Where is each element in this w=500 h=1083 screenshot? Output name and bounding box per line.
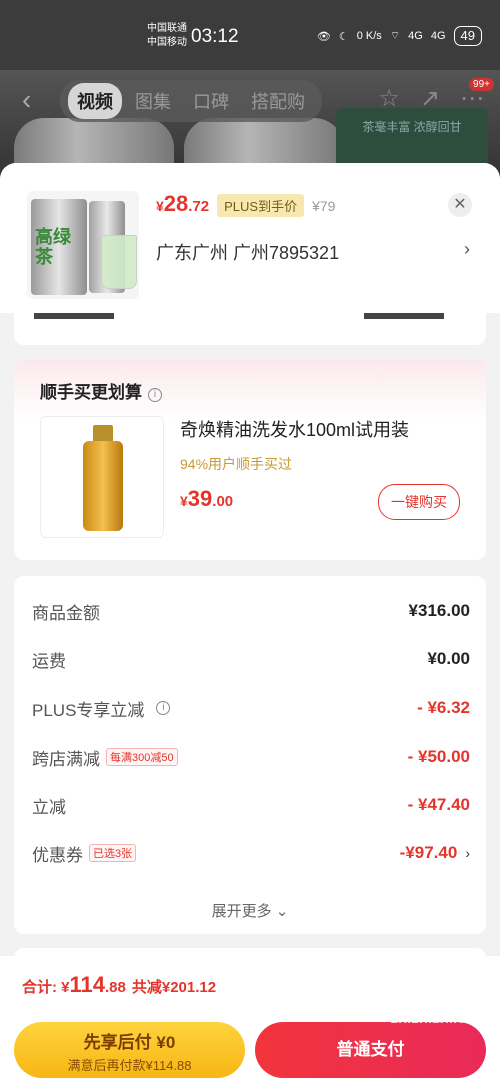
summary-row-coupon[interactable]: 优惠券 已选3张 -¥97.40 › <box>32 838 470 868</box>
row-label: 商品金额 <box>32 603 100 623</box>
info-icon[interactable]: i <box>156 701 171 715</box>
normal-pay-button[interactable]: 普通支付 <box>255 1022 486 1078</box>
watermark: zhizhizhi.com <box>390 1010 489 1027</box>
chevron-right-icon[interactable]: › <box>464 239 470 260</box>
price-summary-card: 商品金额 ¥316.00 运费 ¥0.00 PLUS专享立减 i - ¥6.32 … <box>14 576 486 934</box>
chevron-right-icon[interactable]: › <box>465 845 470 861</box>
summary-row-shipping: 运费 ¥0.00 <box>32 644 470 674</box>
shampoo-bottle <box>83 425 123 531</box>
pay-later-subtitle: 满意后再付款¥114.88 <box>67 1058 192 1073</box>
original-price: ¥79 <box>312 198 336 214</box>
coupon-tag: 已选3张 <box>89 844 137 862</box>
tea-cup <box>101 235 137 289</box>
total-saved: 共减¥201.12 <box>131 979 217 996</box>
tab-bundle[interactable]: 搭配购 <box>242 83 314 119</box>
page-tabs: 视频 图集 口碑 搭配购 <box>60 80 322 122</box>
nav-icons: ☆ ↗ ⋯ <box>378 84 484 113</box>
checkout-sheet: 高绿茶 ¥28.72 PLUS到手价 ¥79 ✕ 广东广州 广州7895321 … <box>0 163 500 1083</box>
tab-reviews[interactable]: 口碑 <box>184 83 238 119</box>
battery-indicator: 49 <box>453 26 482 46</box>
tab-video[interactable]: 视频 <box>68 83 122 119</box>
status-bar: 中国联通 中国移动 03:12 👁 ☾ 0 K/s ⌔ 4G 4G 49 <box>0 0 500 70</box>
status-icons: 👁 ☾ 0 K/s ⌔ 4G 4G 49 <box>317 26 482 46</box>
back-icon[interactable]: ‹ <box>22 84 31 116</box>
clock: 03:12 <box>191 26 239 47</box>
plus-price-tag: PLUS到手价 <box>217 194 305 217</box>
addon-product-name[interactable]: 奇焕精油洗发水100ml试用装 <box>180 416 409 442</box>
summary-row-instant-discount: 立减 - ¥47.40 <box>32 790 470 820</box>
wifi-icon: ⌔ <box>389 30 401 42</box>
star-icon[interactable]: ☆ <box>378 84 400 113</box>
row-value: ¥0.00 <box>427 649 470 668</box>
carrier-1: 中国联通 <box>147 23 187 34</box>
signal-1: 4G <box>408 30 423 42</box>
row-label: 立减 <box>32 797 66 817</box>
addon-card: 顺手买更划算 i 奇焕精油洗发水100ml试用装 94%用户顺手买过 ¥39.00… <box>14 360 486 560</box>
addon-price: ¥39.00 <box>180 486 234 511</box>
product-thumbnail[interactable]: 高绿茶 <box>27 191 139 299</box>
scrolled-row-remnant <box>14 313 486 345</box>
sheet-header: 高绿茶 ¥28.72 PLUS到手价 ¥79 ✕ 广东广州 广州7895321 … <box>0 163 500 313</box>
order-total: 合计: ¥114.88 共减¥201.12 <box>22 972 217 997</box>
row-label: PLUS专享立减 i <box>32 696 171 721</box>
product-price: ¥28.72 <box>156 191 210 216</box>
close-button[interactable]: ✕ <box>448 193 472 217</box>
pay-later-title: 先享后付 ¥0 <box>83 1033 176 1052</box>
share-icon[interactable]: ↗ <box>420 84 440 113</box>
summary-row-plus-discount: PLUS专享立减 i - ¥6.32 <box>32 693 470 723</box>
summary-row-cross-store: 跨店满减 每满300减50 - ¥50.00 <box>32 742 470 772</box>
signal-2: 4G <box>430 30 446 42</box>
info-icon[interactable]: i <box>148 388 162 402</box>
chevron-down-icon: ⌄ <box>275 903 289 920</box>
row-value: -¥97.40 › <box>399 843 470 862</box>
message-badge: 99+ <box>469 78 494 91</box>
pay-later-button[interactable]: 先享后付 ¥0 满意后再付款¥114.88 <box>14 1022 245 1078</box>
delivery-address[interactable]: 广东广州 广州7895321 <box>156 239 339 265</box>
row-value: ¥316.00 <box>408 601 470 620</box>
moon-icon: ☾ <box>338 30 349 43</box>
row-label: 跨店满减 每满300减50 <box>32 745 178 770</box>
product-label: 高绿茶 <box>35 227 71 267</box>
row-value: - ¥50.00 <box>407 747 470 766</box>
row-value: - ¥6.32 <box>417 698 470 717</box>
tab-gallery[interactable]: 图集 <box>126 83 180 119</box>
addon-stat: 94%用户顺手买过 <box>180 456 293 472</box>
addon-title: 顺手买更划算 i <box>40 378 162 403</box>
addon-product-image[interactable] <box>40 416 164 538</box>
row-label: 优惠券 已选3张 <box>32 841 137 866</box>
carrier-2: 中国移动 <box>147 37 187 48</box>
expand-more-button[interactable]: 展开更多 ⌄ <box>14 900 486 921</box>
carrier-info: 中国联通 中国移动 <box>147 22 187 50</box>
price-line: ¥28.72 PLUS到手价 ¥79 <box>156 191 335 217</box>
row-value: - ¥47.40 <box>407 795 470 814</box>
promo-tag: 每满300减50 <box>106 748 178 766</box>
eye-icon: 👁 <box>316 30 331 43</box>
row-label: 运费 <box>32 651 66 671</box>
net-speed: 0 K/s <box>356 30 382 42</box>
one-click-buy-button[interactable]: 一键购买 <box>378 484 460 520</box>
summary-row-goods: 商品金额 ¥316.00 <box>32 596 470 626</box>
